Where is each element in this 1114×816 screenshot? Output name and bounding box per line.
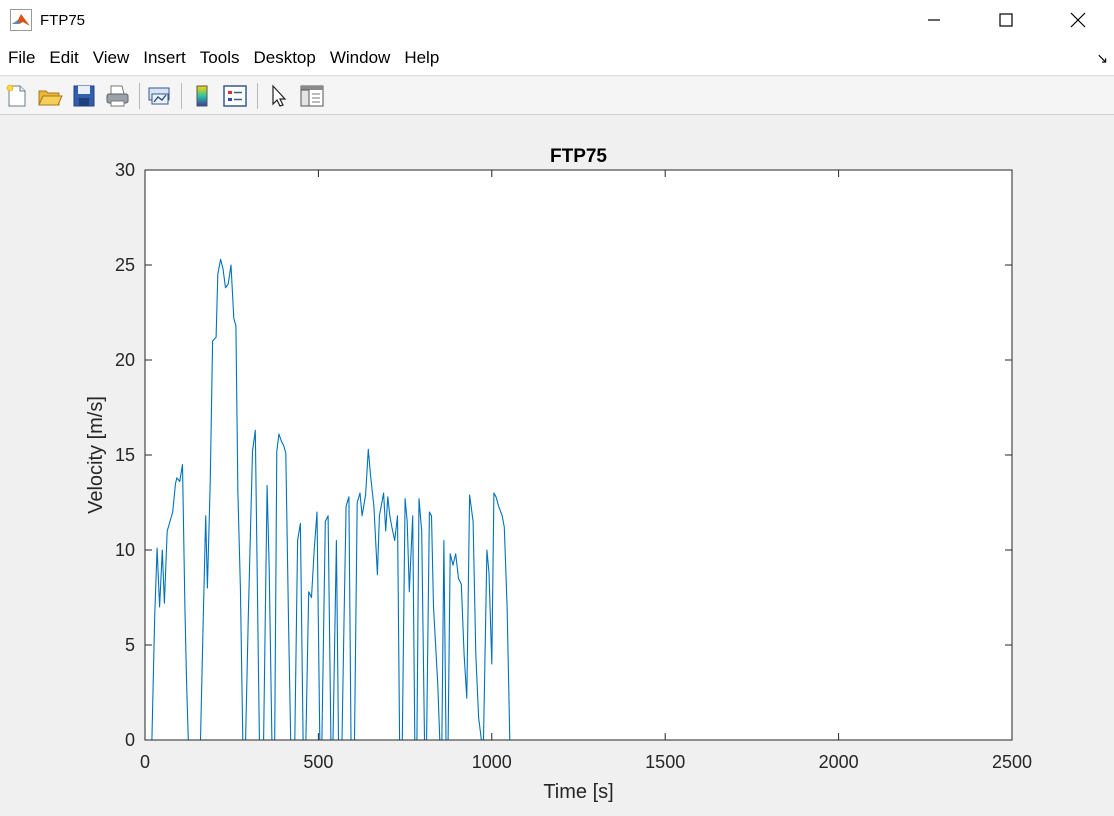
velocity-time-chart[interactable]: 0 500 1000 1500 2000 2500 051015202530 FTP75 … [0, 115, 1114, 816]
menu-desktop[interactable]: Desktop [246, 40, 322, 76]
open-file-icon [38, 90, 63, 106]
x-tick-label: 2500 [992, 752, 1032, 772]
save-button[interactable] [70, 82, 98, 110]
pointer-icon [272, 84, 287, 107]
x-axis-label: Time [s] [543, 781, 613, 803]
menu-edit[interactable]: Edit [42, 40, 85, 76]
chart-title: FTP75 [550, 146, 607, 167]
y-tick-label: 25 [115, 255, 135, 275]
dock-arrow-icon[interactable]: ↘ [1096, 50, 1108, 67]
close-icon [1070, 12, 1086, 28]
x-tick-label: 1500 [645, 752, 685, 772]
y-tick-label: 30 [115, 160, 135, 180]
menu-view[interactable]: View [86, 40, 137, 76]
minimize-icon [928, 19, 940, 21]
property-editor-button[interactable] [298, 82, 326, 110]
figure-toolbar [0, 77, 1114, 115]
menu-insert[interactable]: Insert [136, 40, 193, 76]
x-tick-label: 2000 [819, 752, 859, 772]
open-file-button[interactable] [36, 82, 64, 110]
toolbar-separator [181, 83, 182, 109]
save-icon [73, 85, 95, 107]
toolbar-separator [139, 83, 140, 109]
matlab-logo-icon [10, 9, 32, 31]
window-title: FTP75 [40, 11, 86, 29]
menu-help[interactable]: Help [397, 40, 446, 76]
minimize-button[interactable] [898, 0, 970, 40]
legend-icon [223, 85, 247, 107]
window-titlebar: FTP75 [0, 0, 1114, 40]
x-tick-label: 500 [303, 752, 333, 772]
menu-bar: File Edit View Insert Tools Desktop Wind… [0, 40, 1114, 76]
print-button[interactable] [103, 82, 131, 110]
y-tick-label: 0 [125, 730, 135, 750]
y-tick-label: 10 [115, 540, 135, 560]
print-icon [106, 85, 129, 107]
menu-tools[interactable]: Tools [193, 40, 247, 76]
y-tick-label: 15 [115, 445, 135, 465]
menu-window[interactable]: Window [323, 40, 397, 76]
new-figure-icon [6, 84, 26, 107]
legend-button[interactable] [221, 82, 249, 110]
x-tick-label: 0 [140, 752, 150, 772]
x-tick-label: 1000 [472, 752, 512, 772]
y-tick-label: 20 [115, 350, 135, 370]
property-editor-icon [300, 85, 324, 107]
y-tick-label: 5 [125, 635, 135, 655]
colorbar-icon [196, 85, 208, 107]
close-button[interactable] [1042, 0, 1114, 40]
figure-area: 0 500 1000 1500 2000 2500 0 5 10 15 20 25 30 FTP75 … [0, 115, 1114, 816]
pointer-button[interactable] [265, 82, 293, 110]
y-axis-label: Velocity [m/s] [85, 396, 107, 514]
menu-file[interactable]: File [0, 40, 42, 76]
new-figure-button[interactable] [3, 82, 31, 110]
maximize-icon [999, 13, 1013, 27]
colorbar-button[interactable] [188, 82, 216, 110]
link-plot-icon [148, 87, 170, 105]
link-plot-button[interactable] [145, 82, 173, 110]
toolbar-separator [257, 83, 258, 109]
maximize-button[interactable] [970, 0, 1042, 40]
